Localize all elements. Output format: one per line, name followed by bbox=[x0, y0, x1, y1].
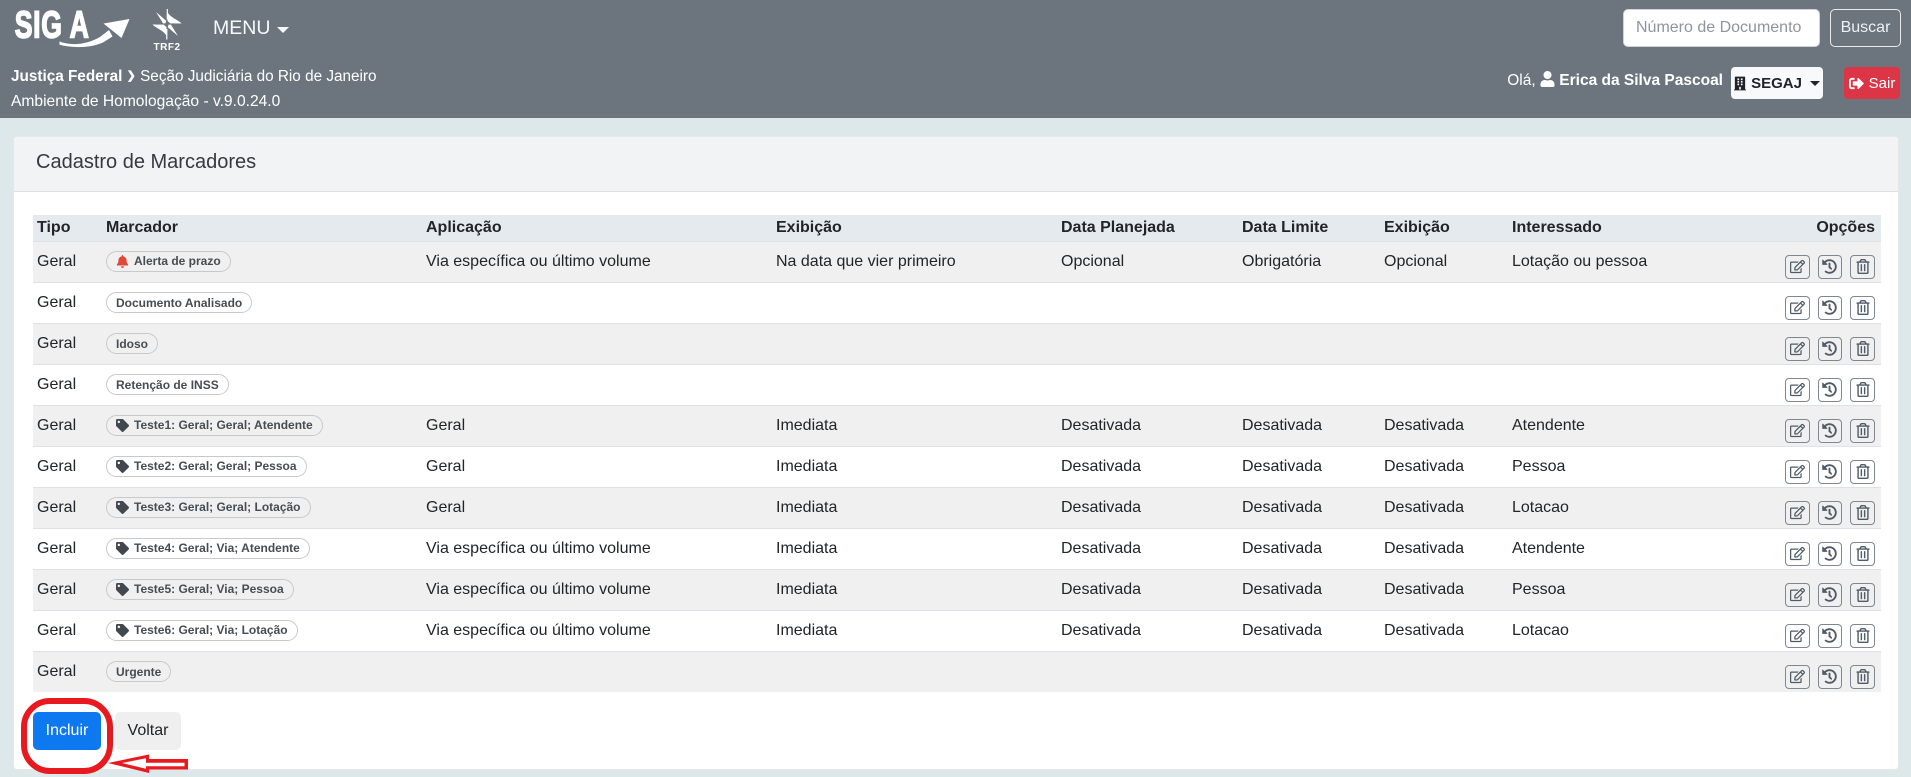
svg-text:A: A bbox=[70, 6, 89, 46]
svg-text:SIG: SIG bbox=[15, 6, 63, 46]
